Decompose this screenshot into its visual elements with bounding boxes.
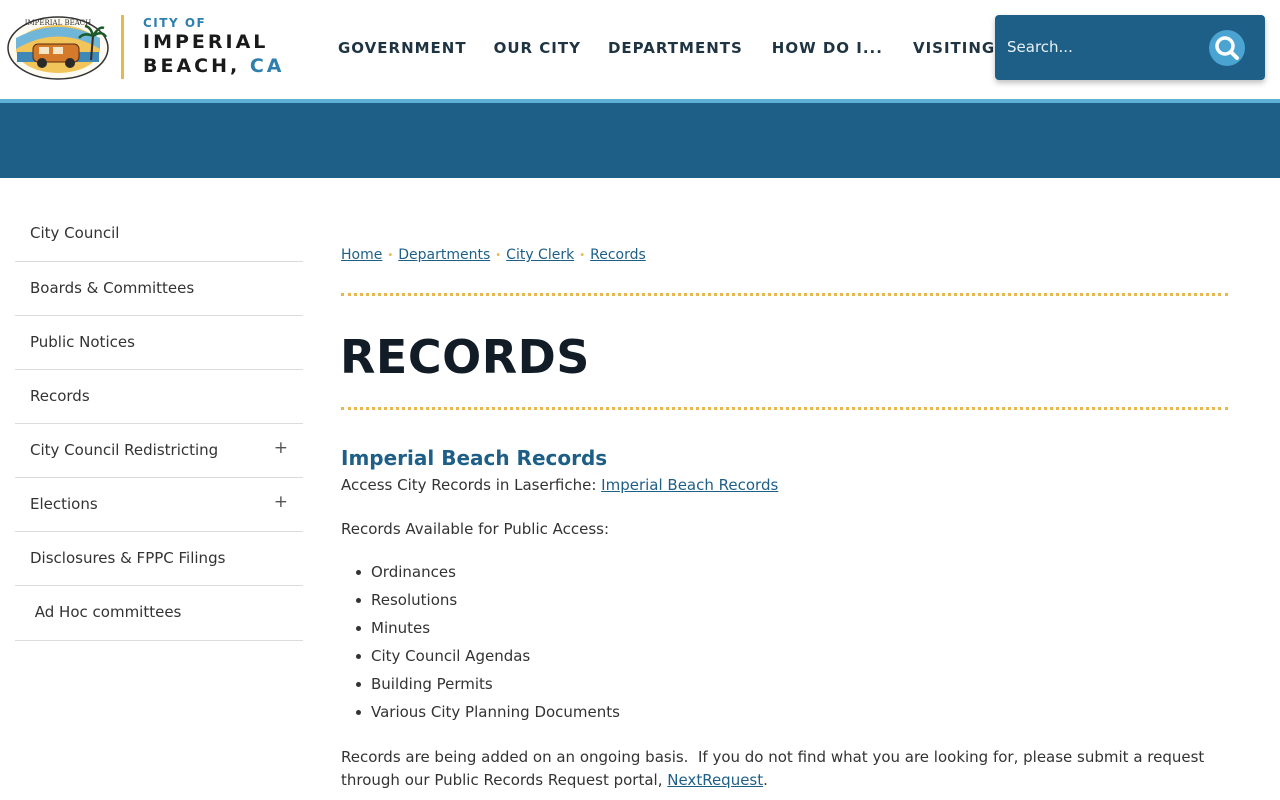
list-item: Building Permits (356, 675, 620, 703)
logo-divider (121, 15, 124, 79)
list-item: Minutes (356, 619, 620, 647)
divider-top (341, 293, 1228, 296)
footer-period: . (763, 771, 768, 789)
logo-line-1: IMPERIAL (143, 31, 269, 53)
sidebar-item-elections[interactable]: Elections + (15, 478, 303, 532)
page-title: RECORDS (340, 330, 590, 384)
sidebar-item-records[interactable]: Records (15, 370, 303, 424)
nextrequest-link[interactable]: NextRequest (667, 771, 763, 789)
search-button[interactable] (1209, 30, 1245, 66)
sidebar-item-label: Elections (30, 495, 98, 513)
nav-visiting[interactable]: VISITING (913, 38, 995, 58)
divider-bottom (341, 407, 1228, 410)
section-heading: Imperial Beach Records (341, 446, 608, 470)
sidebar-item-label: Boards & Committees (30, 279, 195, 297)
sidebar-item-ad-hoc[interactable]: Ad Hoc committees (15, 586, 303, 641)
footer-paragraph-line-2: through our Public Records Request porta… (341, 771, 768, 789)
site-header: IMPERIAL BEACH CITY OF IMPERIAL BEACH, C… (0, 0, 1280, 99)
main-nav: GOVERNMENT OUR CITY DEPARTMENTS HOW DO I… (338, 38, 995, 58)
list-item: Ordinances (356, 563, 620, 591)
list-item: City Council Agendas (356, 647, 620, 675)
logo-state: CA (249, 55, 285, 77)
sidebar-item-label: Disclosures & FPPC Filings (30, 549, 226, 567)
sidebar-item-city-council[interactable]: City Council (15, 207, 303, 262)
records-list: Ordinances Resolutions Minutes City Coun… (356, 563, 620, 731)
nav-departments[interactable]: DEPARTMENTS (608, 38, 743, 58)
breadcrumb-records[interactable]: Records (590, 247, 646, 263)
footer-text-line-2: through our Public Records Request porta… (341, 771, 668, 789)
breadcrumb-city-clerk[interactable]: City Clerk (506, 247, 574, 263)
sidebar-item-label: Public Notices (30, 333, 135, 351)
sidebar-item-label: Ad Hoc committees (30, 603, 182, 621)
access-text: Access City Records in Laserfiche: (341, 476, 602, 494)
breadcrumb-departments[interactable]: Departments (398, 247, 490, 263)
breadcrumb-separator: • (387, 249, 394, 261)
access-paragraph: Access City Records in Laserfiche: Imper… (341, 476, 778, 494)
sidebar-item-boards-committees[interactable]: Boards & Committees (15, 262, 303, 316)
laserfiche-records-link[interactable]: Imperial Beach Records (601, 476, 778, 494)
search-box (995, 15, 1265, 80)
sidebar-item-disclosures[interactable]: Disclosures & FPPC Filings (15, 532, 303, 586)
breadcrumb-separator: • (579, 249, 586, 261)
sidebar-item-label: City Council Redistricting (30, 441, 219, 459)
page-banner (0, 103, 1280, 178)
sidebar-item-public-notices[interactable]: Public Notices (15, 316, 303, 370)
nav-our-city[interactable]: OUR CITY (494, 38, 581, 58)
sidebar-item-redistricting[interactable]: City Council Redistricting + (15, 424, 303, 478)
search-icon (1215, 36, 1239, 60)
sidebar-nav: City Council Boards & Committees Public … (15, 207, 303, 641)
breadcrumb: Home • Departments • City Clerk • Record… (341, 247, 646, 263)
nav-how-do-i[interactable]: HOW DO I... (772, 38, 883, 58)
breadcrumb-home[interactable]: Home (341, 247, 382, 263)
city-name-logo[interactable]: CITY OF IMPERIAL BEACH, CA (143, 16, 285, 78)
search-input[interactable] (1007, 32, 1197, 62)
city-seal-logo[interactable]: IMPERIAL BEACH (7, 16, 110, 80)
logo-city-of: CITY OF (143, 16, 207, 30)
available-text: Records Available for Public Access: (341, 520, 610, 538)
sidebar-item-label: Records (30, 387, 90, 405)
expand-plus-icon[interactable]: + (274, 438, 288, 458)
breadcrumb-separator: • (495, 249, 502, 261)
seal-text: IMPERIAL BEACH (25, 19, 92, 27)
list-item: Resolutions (356, 591, 620, 619)
nav-government[interactable]: GOVERNMENT (338, 38, 467, 58)
logo-line-2: BEACH, CA (143, 54, 285, 78)
footer-text-line-1: Records are being added on an ongoing ba… (341, 748, 1205, 766)
sidebar-item-label: City Council (30, 224, 120, 242)
logo-beach: BEACH, (143, 55, 241, 77)
list-item: Various City Planning Documents (356, 703, 620, 731)
expand-plus-icon[interactable]: + (274, 492, 288, 512)
